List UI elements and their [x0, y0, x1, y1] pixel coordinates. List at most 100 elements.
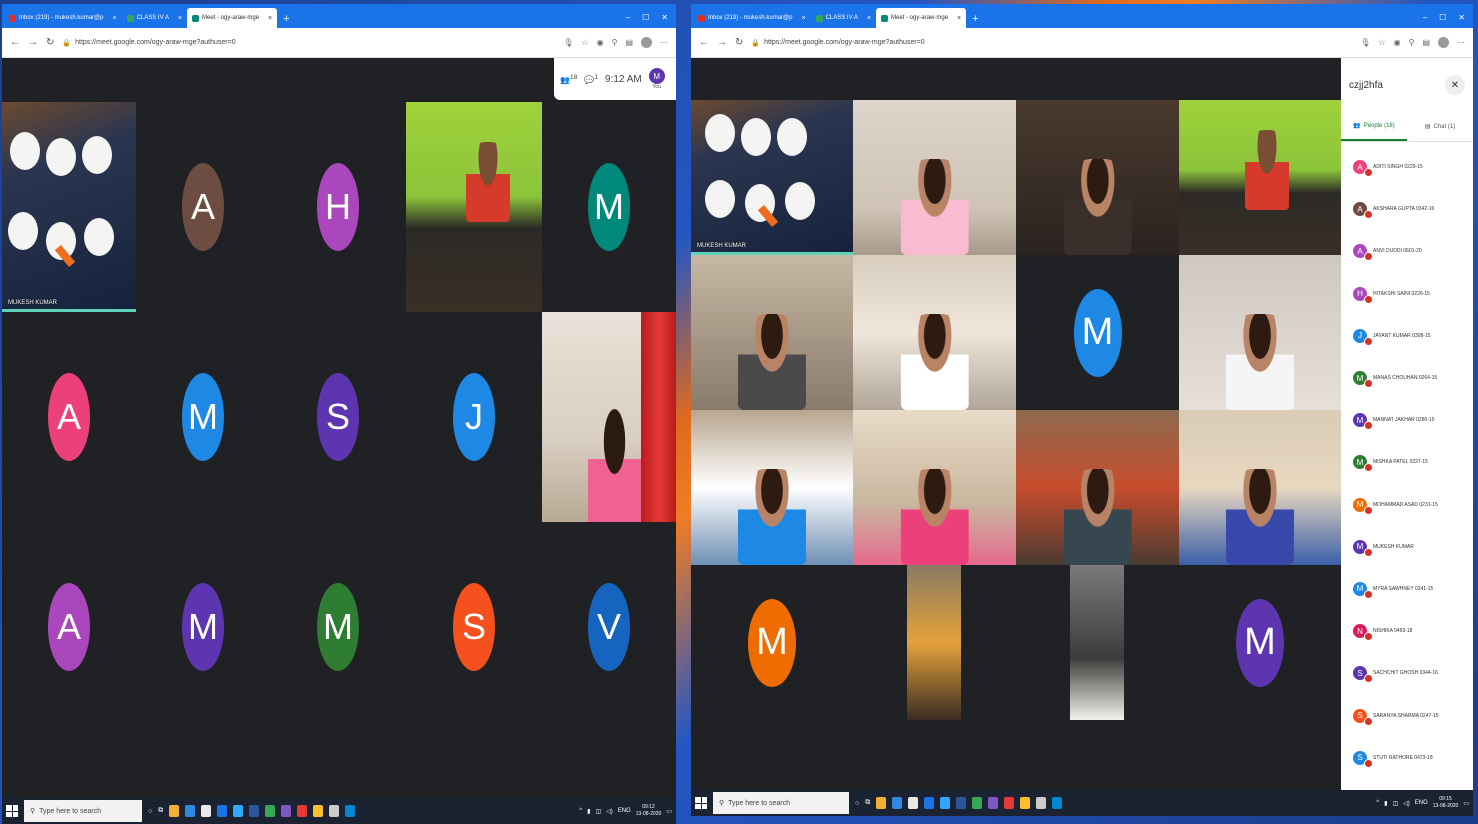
minimize-icon[interactable]: – — [1423, 13, 1427, 22]
word-icon[interactable] — [249, 805, 260, 817]
photoshop-icon[interactable] — [940, 797, 951, 809]
app-icon[interactable] — [988, 797, 999, 809]
tab-chat[interactable]: ▤ Chat (1) — [1407, 112, 1473, 141]
app-icon[interactable] — [281, 805, 292, 817]
volume-icon[interactable]: ◁) — [606, 808, 613, 815]
task-view-icon[interactable]: ⧉ — [865, 799, 870, 807]
video-tile[interactable] — [1016, 410, 1179, 565]
task-view-icon[interactable]: ⧉ — [158, 807, 163, 815]
participant-row[interactable]: M MANNAT JAKHAR 0280-15 — [1341, 399, 1473, 441]
participant-row[interactable]: M MYRA SAWHNEY 0241-15 — [1341, 568, 1473, 610]
collections-icon[interactable]: ▤ — [1422, 38, 1430, 47]
chrome-icon[interactable] — [265, 805, 276, 817]
close-icon[interactable]: ✕ — [1445, 75, 1465, 95]
avatar-tile[interactable]: M — [1179, 565, 1341, 720]
video-tile[interactable] — [691, 410, 853, 565]
video-tile-mukesh[interactable]: MUKESH KUMAR — [691, 100, 853, 255]
battery-icon[interactable]: ▮ — [1384, 800, 1387, 807]
taskbar-clock[interactable]: 09:12 13-08-2020 — [636, 804, 662, 818]
video-tile[interactable] — [406, 102, 542, 312]
tab-people[interactable]: 👥 People (18) — [1341, 112, 1407, 141]
participant-row[interactable]: S SACHCHIT GHOSH 0344-16 — [1341, 652, 1473, 694]
mic-icon[interactable]: 🎙 — [1360, 38, 1370, 47]
participant-row[interactable]: S SARANYA SHARMA 0247-15 — [1341, 694, 1473, 736]
calculator-icon[interactable] — [329, 805, 340, 817]
video-tile[interactable] — [1016, 100, 1179, 255]
avatar-tile[interactable]: M — [270, 522, 406, 732]
word-icon[interactable] — [956, 797, 967, 809]
language-indicator[interactable]: ENG — [1415, 800, 1428, 806]
avatar-tile[interactable]: S — [406, 522, 542, 732]
extension-icon[interactable]: ◉ — [1394, 38, 1401, 47]
windows-start-icon[interactable] — [6, 805, 18, 817]
video-tile[interactable] — [691, 255, 853, 410]
video-tile[interactable] — [1179, 410, 1341, 565]
file-explorer-icon[interactable] — [876, 797, 887, 809]
new-tab-button[interactable]: + — [277, 13, 295, 28]
photoshop-icon[interactable] — [233, 805, 244, 817]
taskbar-search[interactable]: ⚲ Type here to search — [24, 800, 142, 822]
app-icon[interactable] — [313, 805, 324, 817]
minimize-icon[interactable]: – — [626, 13, 630, 22]
tab-inbox[interactable]: Inbox (219) - mukesh.kumar@p × — [693, 8, 811, 28]
profile-avatar[interactable] — [1438, 37, 1449, 48]
app-icon[interactable] — [345, 805, 356, 817]
video-tile[interactable] — [853, 100, 1016, 255]
close-tab-icon[interactable]: × — [795, 15, 805, 22]
cortana-icon[interactable]: ○ — [148, 808, 152, 815]
participant-row[interactable]: A ANVI DUDDI 0601-20 — [1341, 230, 1473, 272]
taskbar-search[interactable]: ⚲ Type here to search — [713, 792, 849, 814]
avatar-tile[interactable]: V — [542, 522, 676, 732]
cortana-icon[interactable]: ○ — [855, 800, 859, 807]
participant-row[interactable]: A ADITI SINGH 0229-15 — [1341, 146, 1473, 188]
avatar-tile[interactable]: A — [2, 312, 136, 522]
participant-row[interactable]: M MANAS CHOUHAN 0264-15 — [1341, 357, 1473, 399]
back-icon[interactable]: ← — [10, 37, 20, 48]
windows-start-icon[interactable] — [695, 797, 707, 809]
participant-row[interactable]: M MISHKA PATEL 0227-15 — [1341, 441, 1473, 483]
edge-icon[interactable] — [185, 805, 196, 817]
more-icon[interactable]: ⋯ — [660, 38, 668, 47]
calculator-icon[interactable] — [1036, 797, 1047, 809]
file-explorer-icon[interactable] — [169, 805, 180, 817]
video-tile[interactable] — [1179, 100, 1341, 255]
mic-icon[interactable]: 🎙 — [563, 38, 573, 47]
language-indicator[interactable]: ENG — [618, 808, 631, 814]
pin-icon[interactable]: ⚲ — [1409, 38, 1415, 47]
star-icon[interactable]: ☆ — [1378, 38, 1385, 47]
back-icon[interactable]: ← — [699, 37, 709, 48]
avatar-tile[interactable]: A — [136, 102, 270, 312]
url-field[interactable]: 🔒 https://meet.google.com/ogy-araw-mge?au… — [62, 39, 555, 47]
avatar-tile[interactable]: M — [1016, 255, 1179, 410]
pin-icon[interactable]: ⚲ — [612, 38, 618, 47]
close-window-icon[interactable]: ✕ — [661, 13, 668, 22]
star-icon[interactable]: ☆ — [581, 38, 588, 47]
extension-icon[interactable]: ◉ — [597, 38, 604, 47]
avatar-tile[interactable]: M — [136, 312, 270, 522]
tab-class[interactable]: CLASS IV A × — [811, 8, 876, 28]
url-field[interactable]: 🔒 https://meet.google.com/ogy-araw-mge?au… — [751, 39, 1352, 47]
people-icon[interactable]: 👥18 — [560, 74, 577, 85]
participant-row[interactable]: N NISHIKA 0469-18 — [1341, 610, 1473, 652]
participant-row[interactable]: A AKSHARA GUPTA 0342-16 — [1341, 188, 1473, 230]
new-tab-button[interactable]: + — [966, 13, 984, 28]
video-tile-mukesh[interactable]: MUKESH KUMAR — [2, 102, 136, 312]
close-tab-icon[interactable]: × — [106, 15, 116, 22]
network-icon[interactable]: ◫ — [595, 808, 601, 815]
reload-icon[interactable]: ↻ — [46, 37, 54, 48]
store-icon[interactable] — [201, 805, 212, 817]
participant-row[interactable]: H HITAKSHI SAINI 0226-15 — [1341, 273, 1473, 315]
network-icon[interactable]: ◫ — [1392, 800, 1398, 807]
chrome-icon[interactable] — [972, 797, 983, 809]
forward-icon[interactable]: → — [28, 37, 38, 48]
video-tile[interactable] — [542, 312, 676, 522]
self-avatar[interactable]: M You — [648, 68, 665, 90]
battery-icon[interactable]: ▮ — [587, 808, 590, 815]
avatar-tile[interactable]: M — [691, 565, 853, 720]
close-tab-icon[interactable]: × — [172, 15, 182, 22]
avatar-tile[interactable]: J — [406, 312, 542, 522]
chevron-up-icon[interactable]: ^ — [1376, 800, 1379, 806]
tab-meet[interactable]: Meet - ogy-araw-mge × — [187, 8, 278, 28]
video-tile[interactable] — [1016, 565, 1179, 720]
avatar-tile[interactable]: M — [136, 522, 270, 732]
